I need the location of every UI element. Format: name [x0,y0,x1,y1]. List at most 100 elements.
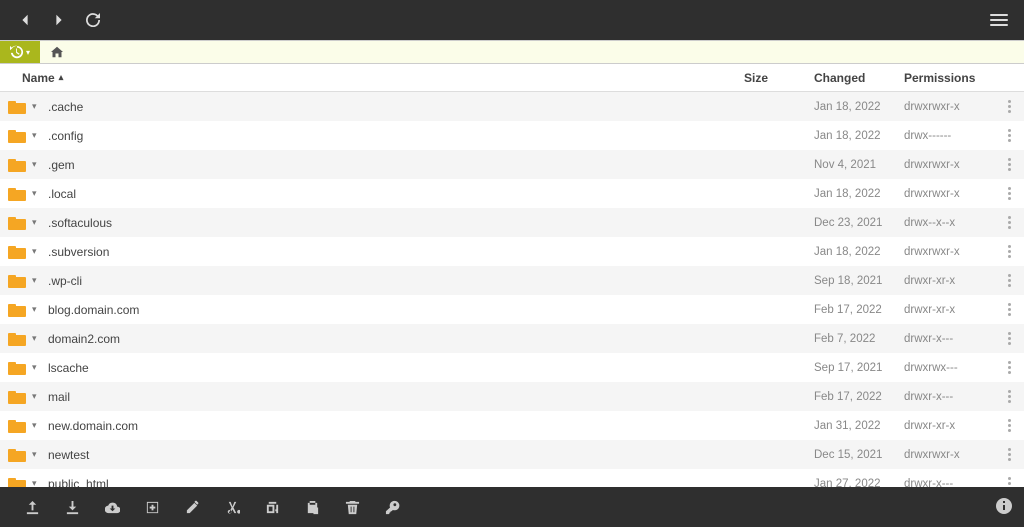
table-row[interactable]: ▾.subversionJan 18, 2022drwxrwxr-x [0,237,1024,266]
cloud-download-button[interactable] [92,487,132,527]
chevron-left-icon [18,13,32,27]
file-name: mail [48,390,70,404]
file-name: blog.domain.com [48,303,139,317]
table-row[interactable]: ▾.softaculousDec 23, 2021drwx--x--x [0,208,1024,237]
table-row[interactable]: ▾.localJan 18, 2022drwxrwxr-x [0,179,1024,208]
row-menu-button[interactable] [994,361,1024,374]
new-button[interactable] [132,487,172,527]
expand-caret-icon[interactable]: ▾ [32,275,42,286]
row-menu-button[interactable] [994,448,1024,461]
more-vertical-icon [1008,448,1011,461]
table-row[interactable]: ▾newtestDec 15, 2021drwxrwxr-x [0,440,1024,469]
file-name: new.domain.com [48,419,138,433]
expand-caret-icon[interactable]: ▾ [32,333,42,344]
home-breadcrumb[interactable] [40,41,74,63]
permissions-cell: drwxr-xr-x [904,420,994,432]
edit-button[interactable] [172,487,212,527]
back-button[interactable] [8,0,42,40]
permissions-cell: drwx--x--x [904,217,994,229]
column-header-name[interactable]: Name ▴ [0,71,744,85]
file-list[interactable]: ▾ .cache Jan 18, 2022 drwxrwxr-x ▾.configJan… [0,92,1024,487]
permissions-cell: drwx------ [904,130,994,142]
expand-caret-icon[interactable]: ▾ [32,478,42,487]
name-cell: ▾.local [0,187,744,201]
expand-caret-icon[interactable]: ▾ [32,217,42,228]
row-menu-button[interactable] [994,245,1024,258]
row-menu-button[interactable] [994,332,1024,345]
row-menu-button[interactable] [994,419,1024,432]
more-vertical-icon [1008,100,1011,113]
refresh-button[interactable] [76,0,110,40]
column-header-changed[interactable]: Changed [814,71,904,85]
row-menu-button[interactable] [994,100,1024,113]
file-name: domain2.com [48,332,120,346]
hamburger-menu-button[interactable] [982,6,1016,34]
key-icon [385,500,400,515]
table-row[interactable]: ▾lscacheSep 17, 2021drwxrwx--- [0,353,1024,382]
expand-caret-icon[interactable]: ▾ [32,246,42,257]
expand-caret-icon[interactable]: ▾ [32,362,42,373]
download-button[interactable] [52,487,92,527]
info-button[interactable] [996,498,1012,517]
table-row[interactable]: ▾new.domain.comJan 31, 2022drwxr-xr-x [0,411,1024,440]
paste-button[interactable] [292,487,332,527]
table-row[interactable]: ▾public_htmlJan 27, 2022drwxr-x--- [0,469,1024,487]
download-icon [65,500,80,515]
column-header-permissions[interactable]: Permissions [904,71,994,85]
row-menu-button[interactable] [994,158,1024,171]
dropdown-caret-icon: ▾ [26,48,30,57]
expand-caret-icon[interactable]: ▾ [32,188,42,199]
more-vertical-icon [1008,158,1011,171]
table-row[interactable]: ▾.gemNov 4, 2021drwxrwxr-x [0,150,1024,179]
row-menu-button[interactable] [994,187,1024,200]
cut-button[interactable] [212,487,252,527]
row-menu-button[interactable] [994,303,1024,316]
expand-caret-icon[interactable]: ▾ [32,130,42,141]
changed-cell: Dec 15, 2021 [814,449,904,461]
expand-caret-icon[interactable]: ▾ [32,449,42,460]
history-button[interactable]: ▾ [0,41,40,63]
name-cell: ▾.softaculous [0,216,744,230]
refresh-icon [86,13,100,27]
permissions-button[interactable] [372,487,412,527]
copy-button[interactable] [252,487,292,527]
changed-cell: Sep 17, 2021 [814,362,904,374]
expand-caret-icon[interactable]: ▾ [32,391,42,402]
expand-caret-icon[interactable]: ▾ [32,420,42,431]
row-menu-button[interactable] [994,390,1024,403]
changed-cell: Jan 18, 2022 [814,246,904,258]
permissions-cell: drwxrwxr-x [904,101,994,113]
paste-icon [305,500,320,515]
name-cell: ▾public_html [0,477,744,488]
column-header-size[interactable]: Size [744,71,814,85]
nav-buttons [8,0,110,40]
table-row[interactable]: ▾.configJan 18, 2022drwx------ [0,121,1024,150]
forward-button[interactable] [42,0,76,40]
row-menu-button[interactable] [994,216,1024,229]
expand-caret-icon[interactable]: ▾ [32,101,42,112]
row-menu-button[interactable] [994,477,1024,487]
folder-icon [8,390,26,404]
cloud-download-icon [105,500,120,515]
changed-cell: Feb 7, 2022 [814,333,904,345]
name-cell: ▾.gem [0,158,744,172]
row-menu-button[interactable] [994,129,1024,142]
upload-button[interactable] [12,487,52,527]
file-name: .cache [48,100,83,114]
name-cell: ▾.config [0,129,744,143]
upload-icon [25,500,40,515]
expand-caret-icon[interactable]: ▾ [32,159,42,170]
table-row[interactable]: ▾blog.domain.comFeb 17, 2022drwxr-xr-x [0,295,1024,324]
more-vertical-icon [1008,361,1011,374]
row-menu-button[interactable] [994,274,1024,287]
table-row[interactable]: ▾.cacheJan 18, 2022drwxrwxr-x [0,92,1024,121]
more-vertical-icon [1008,129,1011,142]
table-row[interactable]: ▾mailFeb 17, 2022drwxr-x--- [0,382,1024,411]
expand-caret-icon[interactable]: ▾ [32,304,42,315]
changed-cell: Feb 17, 2022 [814,304,904,316]
more-vertical-icon [1008,419,1011,432]
table-row[interactable]: ▾domain2.comFeb 7, 2022drwxr-x--- [0,324,1024,353]
table-row[interactable]: ▾.wp-cliSep 18, 2021drwxr-xr-x [0,266,1024,295]
folder-icon [8,274,26,288]
delete-button[interactable] [332,487,372,527]
